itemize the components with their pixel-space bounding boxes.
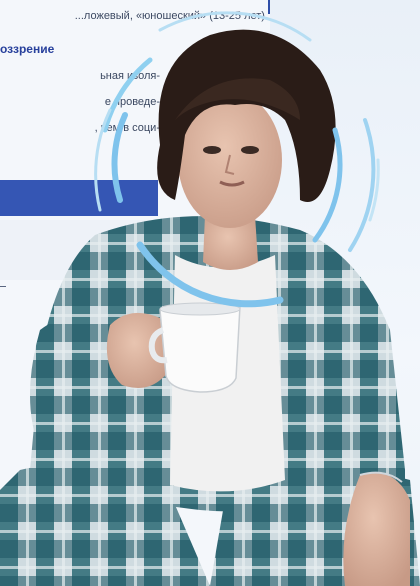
ring-decoration — [94, 11, 380, 308]
